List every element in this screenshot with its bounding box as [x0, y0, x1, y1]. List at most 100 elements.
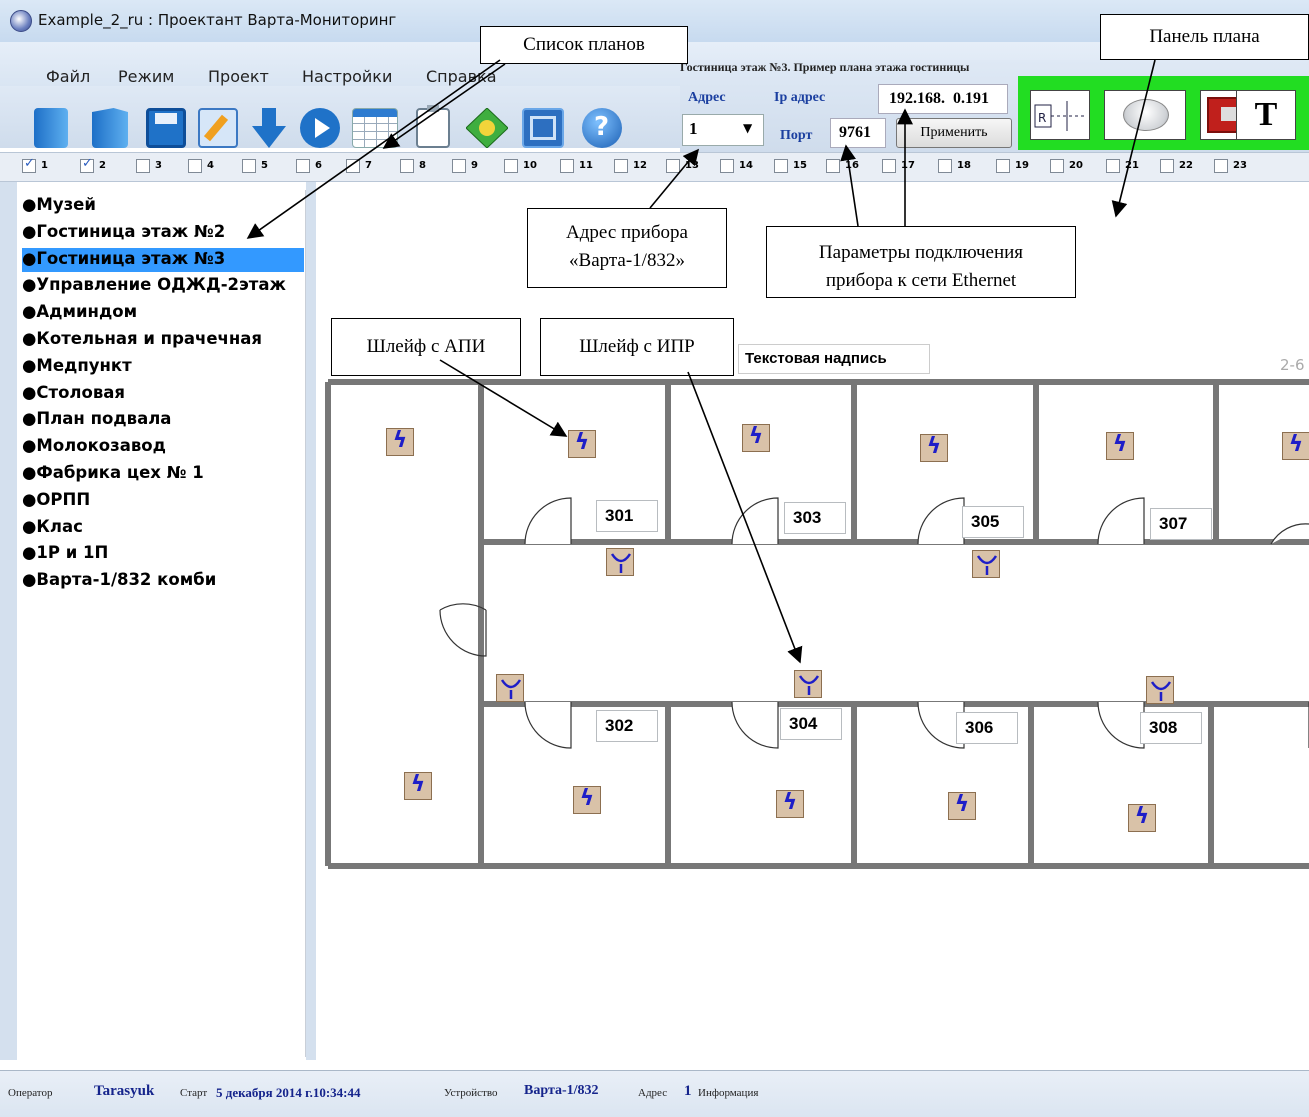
plan-list-item[interactable]: ●Столовая [22, 382, 304, 406]
channel-label-22: 22 [1179, 160, 1193, 171]
edit-icon[interactable] [198, 108, 238, 148]
channel-label-19: 19 [1015, 160, 1029, 171]
menu-project[interactable]: Проект [208, 67, 269, 86]
channel-checkbox-20[interactable] [1050, 159, 1064, 173]
plan-list-item[interactable]: ●Управление ОДЖД-2этаж [22, 274, 304, 298]
menu-mode[interactable]: Режим [118, 67, 174, 86]
port-field[interactable]: 9761 [830, 118, 886, 148]
heat-detector-icon[interactable]: ϟ [776, 790, 804, 818]
channel-checkbox-15[interactable] [774, 159, 788, 173]
manual-call-point-icon[interactable] [1146, 676, 1174, 704]
save-icon[interactable] [146, 108, 186, 148]
channel-checkbox-4[interactable] [188, 159, 202, 173]
table-icon[interactable] [352, 108, 398, 148]
address-label-status: Адрес [638, 1087, 668, 1099]
channel-label-4: 4 [207, 160, 214, 171]
channel-checkbox-21[interactable] [1106, 159, 1120, 173]
text-label[interactable]: Текстовая надпись [738, 344, 930, 374]
open-icon[interactable] [92, 108, 128, 148]
manual-call-point-icon[interactable] [972, 550, 1000, 578]
ip-field[interactable]: 192.168. 0.191 [878, 84, 1008, 114]
room-number[interactable]: 307 [1150, 508, 1212, 540]
plan-list-item[interactable]: ●Гостиница этаж №2 [22, 221, 304, 245]
plan-list-item[interactable]: ●Админдом [22, 301, 304, 325]
apply-button[interactable]: Применить [896, 118, 1012, 148]
svg-text:R: R [1038, 111, 1046, 125]
room-number[interactable]: 302 [596, 710, 658, 742]
new-plan-icon[interactable] [34, 108, 68, 148]
channel-checkbox-9[interactable] [452, 159, 466, 173]
heat-detector-icon[interactable]: ϟ [1106, 432, 1134, 460]
channel-checkbox-16[interactable] [826, 159, 840, 173]
channel-checkbox-19[interactable] [996, 159, 1010, 173]
plan-list-item[interactable]: ●Музей [22, 194, 304, 218]
port-label: Порт [780, 128, 813, 143]
run-icon[interactable] [300, 108, 340, 148]
channel-checkbox-17[interactable] [882, 159, 896, 173]
plan-list-item[interactable]: ●Гостиница этаж №3 [22, 247, 304, 272]
channel-checkbox-1[interactable] [22, 156, 36, 173]
room-number[interactable]: 303 [784, 502, 846, 534]
channel-checkbox-7[interactable] [346, 159, 360, 173]
room-number[interactable]: 301 [596, 500, 658, 532]
channel-label-16: 16 [845, 160, 859, 171]
floor-plan [325, 379, 1309, 869]
plan-list-item[interactable]: ●Молокозавод [22, 435, 304, 459]
heat-detector-icon[interactable]: ϟ [386, 428, 414, 456]
manual-call-point-icon[interactable] [794, 670, 822, 698]
menu-settings[interactable]: Настройки [302, 67, 392, 86]
heat-detector-icon[interactable]: ϟ [948, 792, 976, 820]
plan-list-item[interactable]: ●Варта-1/832 комби [22, 569, 304, 593]
plan-list-item[interactable]: ●1Р и 1П [22, 542, 304, 566]
plan-list-item[interactable]: ●План подвала [22, 408, 304, 432]
menu-help[interactable]: Справка [426, 67, 497, 86]
heat-detector-icon[interactable]: ϟ [568, 430, 596, 458]
channel-checkbox-3[interactable] [136, 159, 150, 173]
smoke-detector-icon[interactable] [1104, 90, 1186, 140]
text-tool-icon[interactable]: T [1236, 90, 1296, 140]
channel-checkbox-2[interactable] [80, 156, 94, 173]
manual-call-point-icon[interactable] [606, 548, 634, 576]
clipboard-icon[interactable] [416, 105, 450, 148]
heat-detector-icon[interactable]: ϟ [742, 424, 770, 452]
room-number[interactable]: 305 [962, 506, 1024, 538]
channel-checkbox-18[interactable] [938, 159, 952, 173]
channel-checkbox-5[interactable] [242, 159, 256, 173]
channel-checkbox-23[interactable] [1214, 159, 1228, 173]
plan-list-item[interactable]: ●Фабрика цех № 1 [22, 462, 304, 486]
callout-loop-api: Шлейф с АПИ [331, 318, 521, 376]
manual-call-point-icon[interactable] [496, 674, 524, 702]
floorplan-icon[interactable] [522, 108, 564, 148]
channel-label-23: 23 [1233, 160, 1247, 171]
download-icon[interactable] [252, 108, 286, 148]
heat-detector-icon[interactable]: ϟ [920, 434, 948, 462]
ip-label: Ip адрес [774, 90, 826, 105]
channel-checkbox-22[interactable] [1160, 159, 1174, 173]
channel-checkbox-8[interactable] [400, 159, 414, 173]
menu-file[interactable]: Файл [46, 67, 90, 86]
plan-list-item[interactable]: ●Клас [22, 516, 304, 540]
callout-ethernet: Параметры подключения прибора к сети Eth… [766, 226, 1076, 298]
plan-list-item[interactable]: ●Медпункт [22, 355, 304, 379]
room-number[interactable]: 306 [956, 712, 1018, 744]
channel-checkbox-14[interactable] [720, 159, 734, 173]
heat-detector-icon[interactable]: ϟ [573, 786, 601, 814]
channel-checkbox-12[interactable] [614, 159, 628, 173]
heat-detector-icon[interactable]: ϟ [1282, 432, 1309, 460]
relay-icon[interactable]: R [1030, 90, 1090, 140]
diamond-icon[interactable] [465, 107, 509, 149]
plan-list-item[interactable]: ●ОРПП [22, 489, 304, 513]
room-number[interactable]: 308 [1140, 712, 1202, 744]
help-icon[interactable]: ? [582, 108, 622, 148]
heat-detector-icon[interactable]: ϟ [404, 772, 432, 800]
address-select[interactable]: 1 ▼ [682, 114, 764, 146]
channel-checkbox-13[interactable] [666, 159, 680, 173]
channel-checkbox-11[interactable] [560, 159, 574, 173]
channel-label-2: 2 [99, 160, 106, 171]
room-number[interactable]: 304 [780, 708, 842, 740]
address-label: Адрес [688, 90, 726, 105]
channel-checkbox-10[interactable] [504, 159, 518, 173]
plan-list-item[interactable]: ●Котельная и прачечная [22, 328, 304, 352]
heat-detector-icon[interactable]: ϟ [1128, 804, 1156, 832]
channel-checkbox-6[interactable] [296, 159, 310, 173]
